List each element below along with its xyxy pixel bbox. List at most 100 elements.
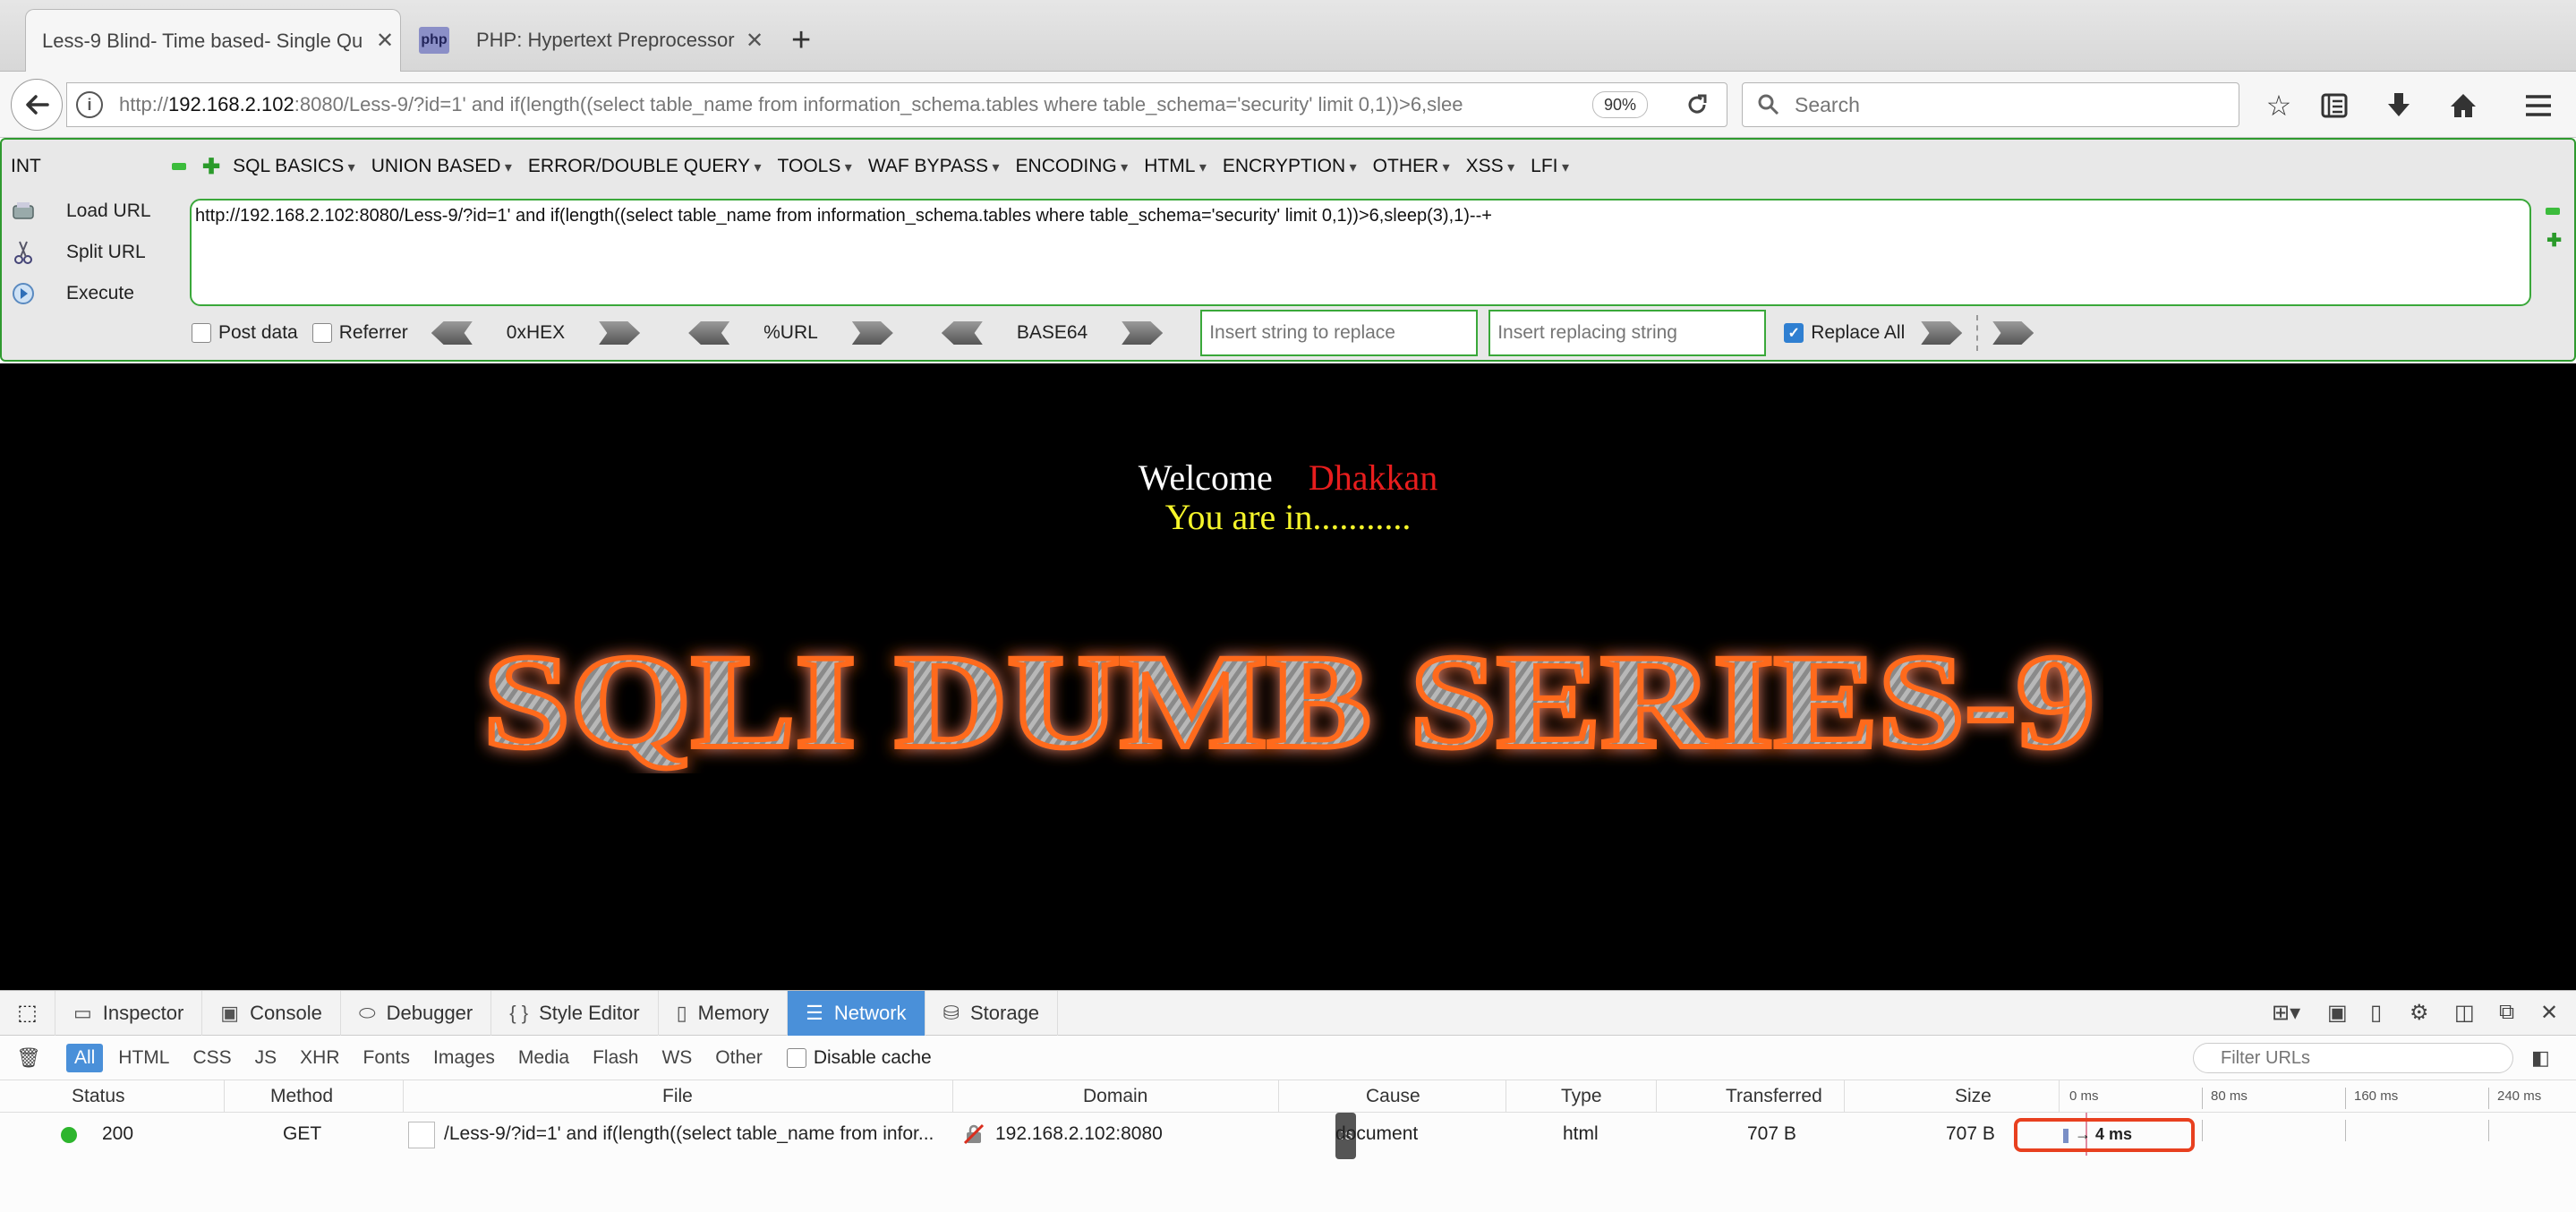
trash-icon[interactable]: 🗑 bbox=[16, 1046, 41, 1070]
filter-html[interactable]: HTML bbox=[110, 1044, 177, 1072]
filter-all[interactable]: All bbox=[65, 1043, 104, 1072]
hex-decode-arrow-icon[interactable] bbox=[431, 321, 473, 345]
tab-inspector[interactable]: ▭ Inspector bbox=[55, 990, 203, 1036]
tab-console[interactable]: ▣ Console bbox=[202, 990, 341, 1036]
menu-sql-basics[interactable]: SQL BASICS bbox=[233, 156, 355, 177]
split-console-icon[interactable]: ▣ bbox=[2327, 1000, 2348, 1026]
replace-all-checkbox[interactable]: ✓ bbox=[1784, 323, 1804, 343]
url-textarea[interactable]: http://192.168.2.102:8080/Less-9/?id=1' … bbox=[190, 199, 2531, 306]
tab-php[interactable]: php PHP: Hypertext Preprocessor ✕ bbox=[412, 9, 770, 72]
col-type[interactable]: Type bbox=[1561, 1080, 1602, 1113]
referrer-checkbox[interactable] bbox=[311, 323, 332, 343]
col-domain[interactable]: Domain bbox=[1083, 1080, 1147, 1113]
home-icon[interactable] bbox=[2444, 86, 2483, 125]
minimize-icon[interactable] bbox=[2546, 208, 2560, 215]
request-row[interactable]: 200 GET /Less-9/?id=1' and if(length((se… bbox=[0, 1113, 2576, 1159]
filter-css[interactable]: CSS bbox=[184, 1044, 239, 1072]
base64-encode-arrow-icon[interactable] bbox=[1122, 321, 1164, 345]
back-button[interactable] bbox=[11, 79, 63, 131]
url-path: :8080/Less-9/?id=1' and if(length((selec… bbox=[294, 93, 1463, 115]
element-picker-icon[interactable]: ⬚ bbox=[0, 990, 55, 1036]
tab-style-editor[interactable]: { } Style Editor bbox=[491, 990, 659, 1036]
new-tab-button[interactable]: + bbox=[791, 23, 811, 57]
dock-side-icon[interactable]: ◫ bbox=[2454, 1000, 2475, 1026]
filter-js[interactable]: JS bbox=[247, 1044, 286, 1072]
style-editor-icon: { } bbox=[509, 1001, 529, 1024]
inspector-icon: ▭ bbox=[73, 1001, 92, 1024]
replacing-string-input[interactable] bbox=[1488, 310, 1767, 356]
disable-cache-checkbox[interactable] bbox=[786, 1047, 806, 1068]
menu-lfi[interactable]: LFI bbox=[1531, 156, 1569, 177]
hex-encode-arrow-icon[interactable] bbox=[599, 321, 641, 345]
tab-label: Console bbox=[250, 1001, 322, 1024]
search-input[interactable] bbox=[1793, 91, 2205, 118]
col-status[interactable]: Status bbox=[72, 1080, 125, 1113]
filter-flash[interactable]: Flash bbox=[584, 1044, 646, 1072]
col-file[interactable]: File bbox=[662, 1080, 693, 1113]
menu-encryption[interactable]: ENCRYPTION bbox=[1223, 156, 1357, 177]
url-encode-arrow-icon[interactable] bbox=[851, 321, 893, 345]
responsive-design-icon[interactable]: ▯ bbox=[2370, 1000, 2382, 1026]
col-size[interactable]: Size bbox=[1955, 1080, 1992, 1113]
close-icon[interactable]: ✕ bbox=[370, 28, 400, 54]
filter-urls-input[interactable] bbox=[2193, 1043, 2513, 1073]
filter-xhr[interactable]: XHR bbox=[292, 1044, 347, 1072]
info-icon[interactable]: i bbox=[76, 91, 103, 118]
menu-other[interactable]: OTHER bbox=[1373, 156, 1450, 177]
plus-icon[interactable]: ✚ bbox=[2546, 229, 2562, 252]
minimize-icon[interactable] bbox=[172, 163, 186, 170]
request-status: 200 bbox=[102, 1123, 134, 1144]
tab-debugger[interactable]: ⬭ Debugger bbox=[341, 990, 492, 1036]
tab-memory[interactable]: ▯ Memory bbox=[659, 990, 789, 1036]
sidebar-toggle-icon[interactable]: ◧ bbox=[2531, 1046, 2550, 1070]
layout-toggle-icon[interactable]: ⊞▾ bbox=[2272, 1000, 2300, 1026]
plus-icon[interactable]: ✚ bbox=[202, 154, 220, 180]
close-icon[interactable]: ✕ bbox=[739, 28, 770, 54]
menu-error-double-query[interactable]: ERROR/DOUBLE QUERY bbox=[528, 156, 762, 177]
settings-gear-icon[interactable]: ⚙ bbox=[2410, 1000, 2429, 1026]
replace-next-arrow-icon[interactable] bbox=[1992, 321, 2034, 345]
filter-other[interactable]: Other bbox=[707, 1044, 771, 1072]
filter-images[interactable]: Images bbox=[425, 1044, 503, 1072]
tab-network[interactable]: ☰ Network bbox=[788, 990, 925, 1036]
filter-media[interactable]: Media bbox=[510, 1044, 577, 1072]
bookmark-star-icon[interactable]: ☆ bbox=[2259, 86, 2299, 125]
tab-less9[interactable]: Less-9 Blind- Time based- Single Qu ✕ bbox=[25, 9, 401, 72]
close-devtools-icon[interactable]: ✕ bbox=[2540, 1000, 2558, 1026]
url-decode-arrow-icon[interactable] bbox=[688, 321, 730, 345]
filter-fonts[interactable]: Fonts bbox=[355, 1044, 419, 1072]
replace-string-input[interactable] bbox=[1200, 310, 1479, 356]
post-data-checkbox[interactable] bbox=[192, 323, 211, 343]
menu-tools[interactable]: TOOLS bbox=[778, 156, 852, 177]
replace-arrow-icon[interactable] bbox=[1921, 321, 1963, 345]
reading-list-icon[interactable] bbox=[2315, 86, 2354, 125]
banner-image: SQLI DUMB SERIES-9 bbox=[481, 625, 2097, 773]
split-url-button[interactable]: Split URL bbox=[11, 240, 146, 265]
base64-decode-arrow-icon[interactable] bbox=[941, 321, 983, 345]
execute-button[interactable]: Execute bbox=[11, 281, 134, 306]
menu-encoding[interactable]: ENCODING bbox=[1016, 156, 1129, 177]
reload-button[interactable] bbox=[1672, 82, 1722, 127]
col-cause[interactable]: Cause bbox=[1366, 1080, 1420, 1113]
request-file: /Less-9/?id=1' and if(length((select tab… bbox=[444, 1123, 934, 1144]
hackbar-menu: INT ✚ SQL BASICS UNION BASED ERROR/DOUBL… bbox=[11, 152, 1585, 181]
tab-storage[interactable]: ⛁ Storage bbox=[925, 990, 1059, 1036]
col-transferred[interactable]: Transferred bbox=[1726, 1080, 1822, 1113]
request-type: html bbox=[1563, 1123, 1599, 1144]
menu-waf-bypass[interactable]: WAF BYPASS bbox=[868, 156, 1000, 177]
menu-xss[interactable]: XSS bbox=[1466, 156, 1515, 177]
menu-union-based[interactable]: UNION BASED bbox=[371, 156, 512, 177]
col-method[interactable]: Method bbox=[270, 1080, 333, 1113]
timeline-tick bbox=[2202, 1120, 2203, 1141]
url-text[interactable]: http://192.168.2.102:8080/Less-9/?id=1' … bbox=[119, 93, 1587, 116]
load-url-button[interactable]: Load URL bbox=[11, 199, 151, 224]
url-bar[interactable]: i http://192.168.2.102:8080/Less-9/?id=1… bbox=[66, 82, 1727, 127]
filter-ws[interactable]: WS bbox=[653, 1044, 700, 1072]
zoom-badge[interactable]: 90% bbox=[1592, 91, 1648, 118]
search-bar[interactable] bbox=[1742, 82, 2239, 127]
hamburger-menu-icon[interactable] bbox=[2519, 86, 2558, 125]
menu-html[interactable]: HTML bbox=[1144, 156, 1207, 177]
reading-list-svg bbox=[2321, 93, 2348, 118]
undock-icon[interactable]: ⧉ bbox=[2499, 1000, 2514, 1025]
download-icon[interactable] bbox=[2379, 86, 2418, 125]
